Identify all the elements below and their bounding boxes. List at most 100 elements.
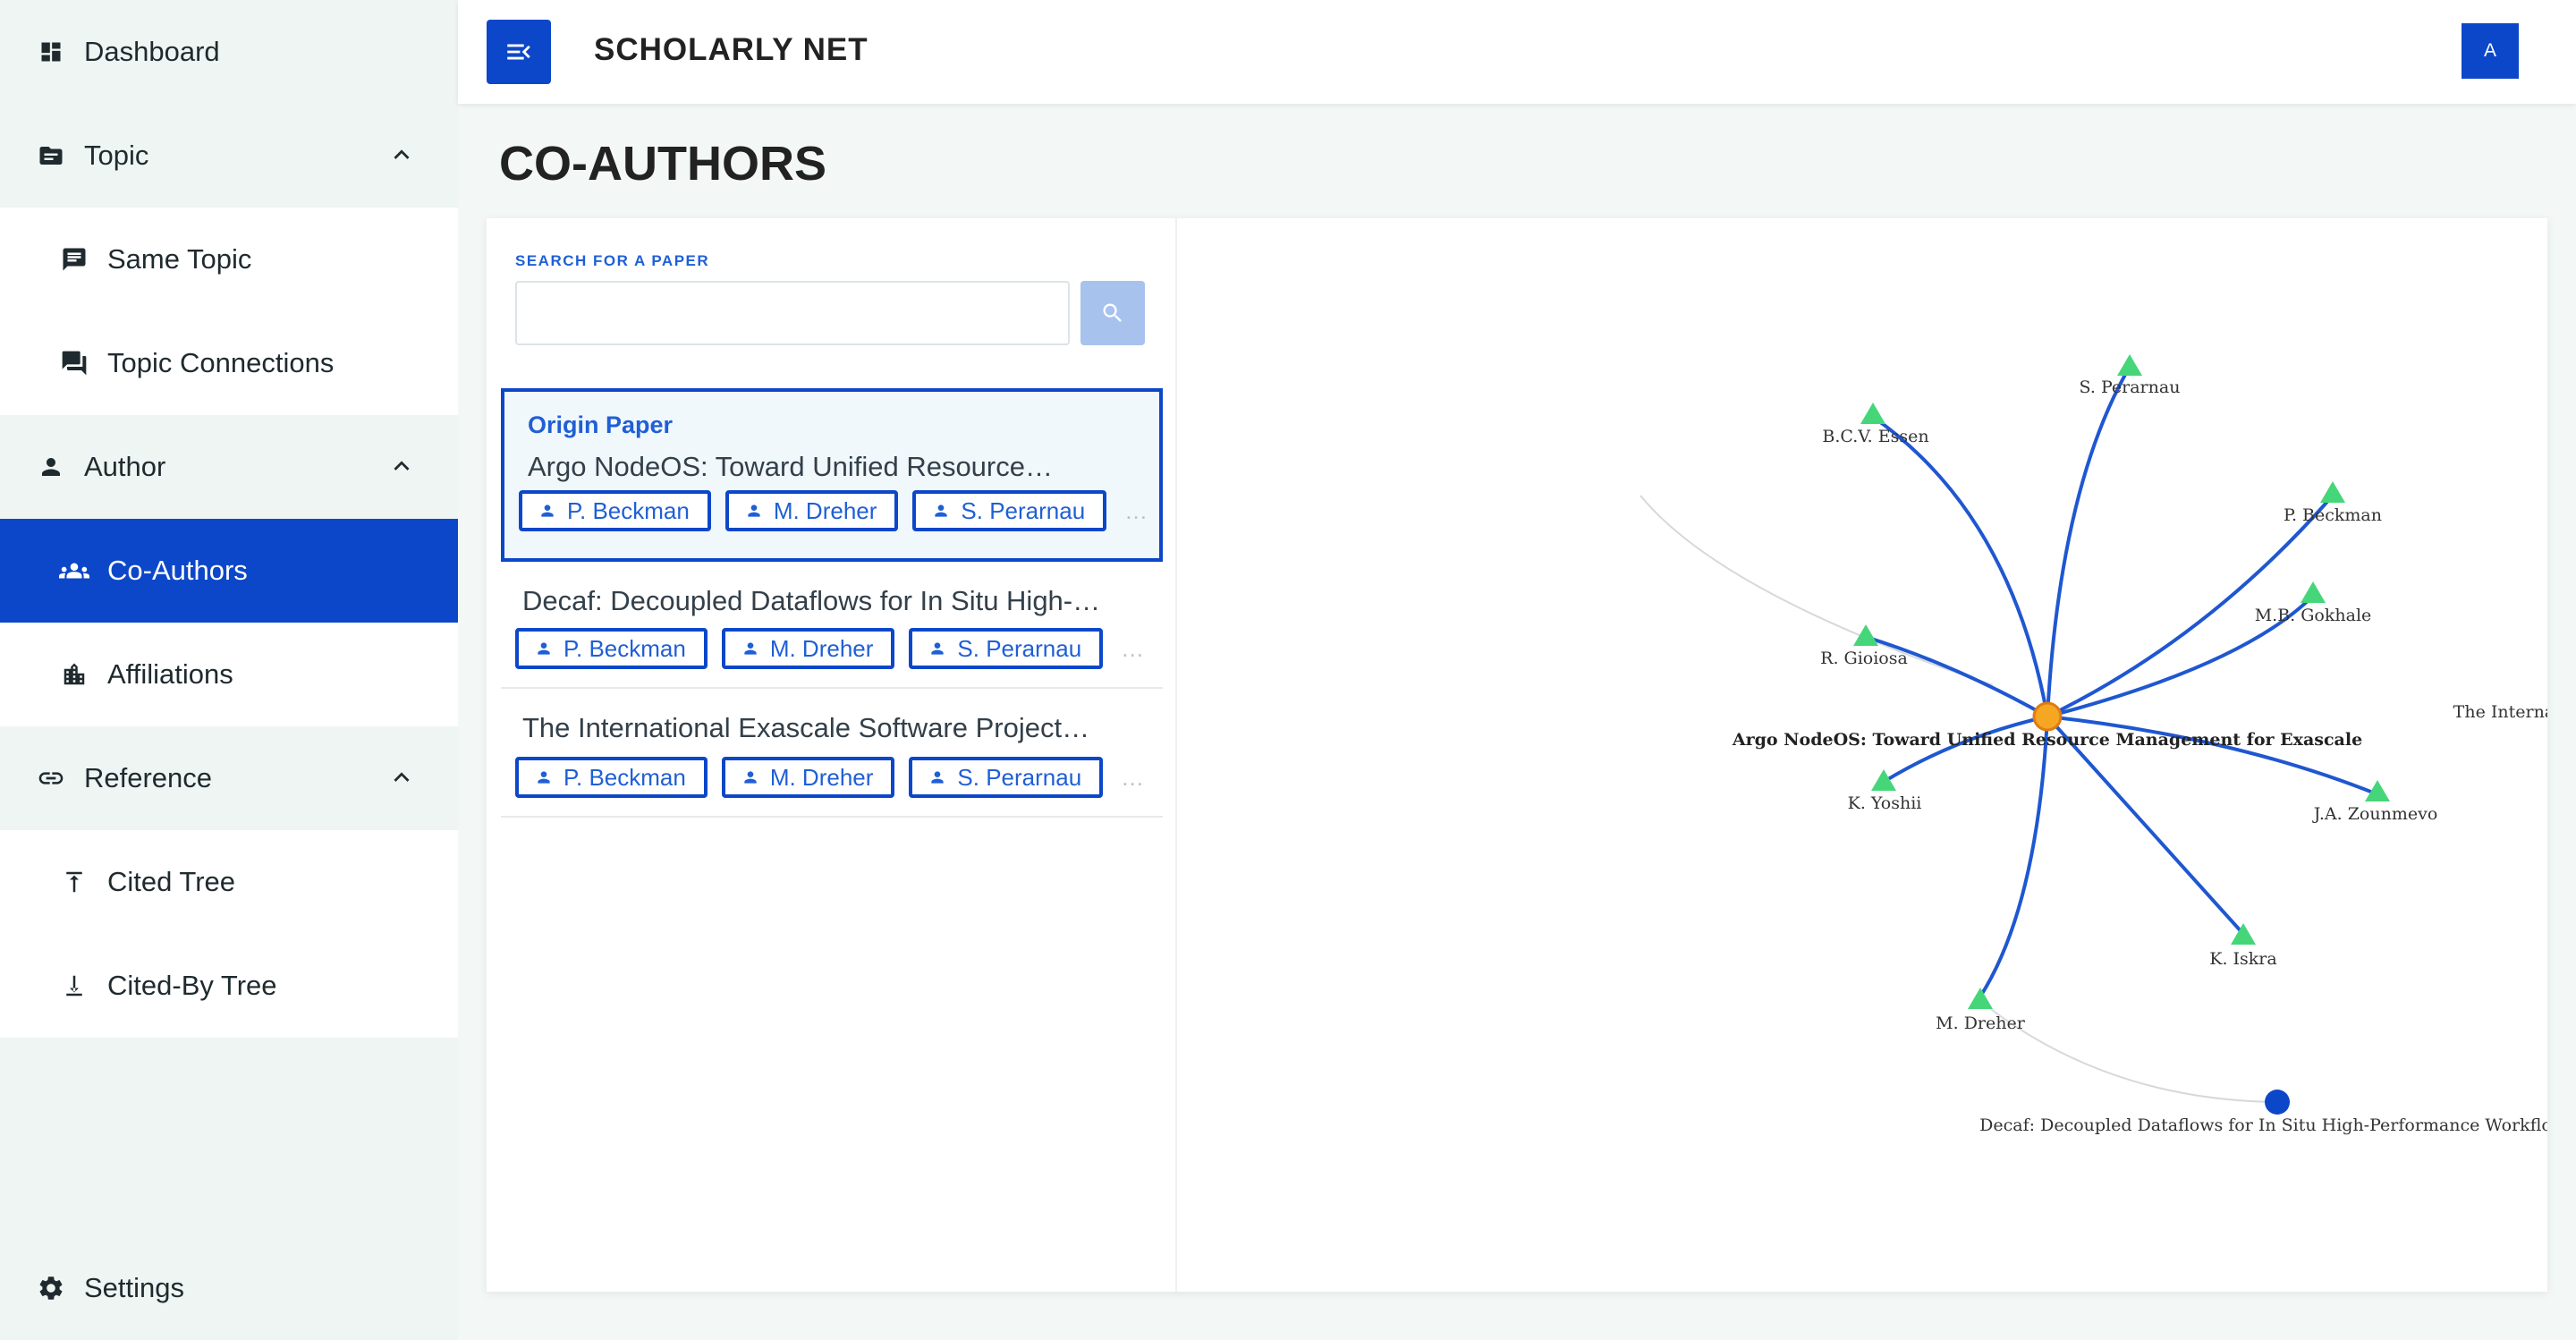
nav-co-authors[interactable]: Co-Authors [0,519,458,623]
nav-affiliations[interactable]: Affiliations [0,623,458,726]
author-name: S. Perarnau [961,496,1086,524]
center-paper-label: Argo NodeOS: Toward Unified Resource Man… [1732,730,2362,750]
author-chip[interactable]: M. Dreher [721,757,895,798]
author-label: S. Perarnau [2080,377,2181,397]
page-title: CO-AUTHORS [499,137,826,191]
nav-reference[interactable]: Reference [0,726,458,830]
nav-dashboard-label: Dashboard [84,36,220,67]
nav-dashboard[interactable]: Dashboard [0,0,458,104]
author-chip[interactable]: M. Dreher [721,628,895,669]
more-authors-indicator[interactable]: … [1121,764,1144,792]
link-icon [36,763,66,793]
nav-co-authors-label: Co-Authors [107,555,248,586]
chevron-up-icon [394,461,410,471]
paper-label: Decaf: Decoupled Dataflows for In Situ H… [1979,1115,2547,1135]
author-chips: P. Beckman M. Dreher S. Perarnau … [515,757,1144,798]
person-icon [932,502,950,520]
person-icon [928,768,946,786]
author-chip[interactable]: S. Perarnau [912,490,1107,531]
person-icon [741,768,759,786]
main-card: SEARCH FOR A PAPER Origin Paper Argo Nod… [487,218,2547,1292]
nav-reference-label: Reference [84,762,213,793]
author-chip[interactable]: P. Beckman [519,490,711,531]
nav-settings-label: Settings [84,1272,185,1303]
author-nodes [1853,354,2390,1009]
author-node[interactable] [2320,481,2345,503]
author-labels: S. Perarnau B.C.V. Essen P. Beckman M.B.… [1820,377,2437,1033]
graph-edges [1865,365,2378,998]
nav-topic-label: Topic [84,140,149,171]
author-node[interactable] [1860,403,1885,424]
search-icon [1103,303,1122,322]
author-name: M. Dreher [773,496,877,524]
author-node[interactable] [2301,581,2326,603]
author-label: J.A. Zounmevo [2312,804,2438,824]
author-label: M. Dreher [1936,1013,2026,1033]
search-label: SEARCH FOR A PAPER [515,252,710,269]
search-input[interactable] [515,281,1070,345]
paper-card[interactable]: The International Exascale Software Proj… [501,689,1163,818]
center-paper-node[interactable] [2032,701,2063,732]
author-label: K. Yoshii [1848,793,1922,813]
author-chips: P. Beckman M. Dreher S. Perarnau … [515,628,1144,669]
comment-icon [59,244,89,275]
author-name: S. Perarnau [957,763,1082,791]
person-icon [928,640,946,657]
chevron-up-icon [394,772,410,782]
paper-card[interactable]: Decaf: Decoupled Dataflows for In Situ H… [501,562,1163,689]
author-label: P. Beckman [2284,505,2382,525]
author-chip[interactable]: S. Perarnau [909,757,1104,798]
paper-node[interactable] [2265,1090,2290,1115]
building-icon [59,659,89,690]
person-icon [741,640,759,657]
author-label: K. Iskra [2209,949,2276,969]
graph-edge [1979,716,2049,998]
nav-cited-tree-label: Cited Tree [107,866,236,897]
person-icon [36,452,66,482]
nav-same-topic-label: Same Topic [107,243,252,275]
author-node[interactable] [2117,354,2142,376]
chevron-up-icon [394,149,410,159]
nav-cited-tree[interactable]: Cited Tree [0,830,458,934]
author-node[interactable] [1968,988,1993,1009]
nav-affiliations-label: Affiliations [107,658,233,690]
app-brand: SCHOLARLY NET [594,32,869,67]
author-chip[interactable]: P. Beckman [515,628,708,669]
graph-edge [2046,715,2378,796]
top-bar: SCHOLARLY NET A [458,0,2576,104]
more-authors-indicator[interactable]: … [1124,497,1148,525]
menu-collapse-icon [507,44,530,60]
sidebar: Dashboard Topic Same Topic Topic Connect… [0,0,458,1340]
author-chip[interactable]: S. Perarnau [909,628,1104,669]
author-chip[interactable]: M. Dreher [724,490,899,531]
author-chip[interactable]: P. Beckman [515,757,708,798]
more-authors-indicator[interactable]: … [1121,635,1144,663]
nav-same-topic[interactable]: Same Topic [0,208,458,311]
forum-icon [59,348,89,378]
nav-cited-by-tree-label: Cited-By Tree [107,970,277,1001]
author-name: M. Dreher [769,763,874,791]
author-name: P. Beckman [564,763,686,791]
author-node[interactable] [1871,769,1896,791]
author-name: M. Dreher [769,634,874,662]
nav-topic-connections-label: Topic Connections [107,347,335,378]
user-avatar[interactable]: A [2462,23,2519,79]
co-author-graph[interactable]: S. Perarnau B.C.V. Essen P. Beckman M.B.… [1179,218,2547,1292]
paper-title: Decaf: Decoupled Dataflows for In Situ H… [522,585,1101,616]
arrow-down-bar-icon [59,971,89,1001]
folder-icon [36,140,66,171]
nav-topic-connections[interactable]: Topic Connections [0,311,458,415]
nav-author[interactable]: Author [0,415,458,519]
menu-toggle-button[interactable] [487,20,551,84]
nav-cited-by-tree[interactable]: Cited-By Tree [0,934,458,1038]
nav-settings[interactable]: Settings [0,1236,458,1340]
paper-card-origin[interactable]: Origin Paper Argo NodeOS: Toward Unified… [501,388,1163,562]
nav-topic[interactable]: Topic [0,104,458,208]
graph-edge-faint [1640,495,1994,686]
person-icon [535,640,553,657]
search-button[interactable] [1080,281,1145,345]
paper-label: The International Exascale Software Proj… [2453,702,2547,722]
author-label: R. Gioiosa [1820,649,1908,668]
paper-list-panel: SEARCH FOR A PAPER Origin Paper Argo Nod… [487,218,1177,1292]
author-chips: P. Beckman M. Dreher S. Perarnau … [519,490,1148,531]
